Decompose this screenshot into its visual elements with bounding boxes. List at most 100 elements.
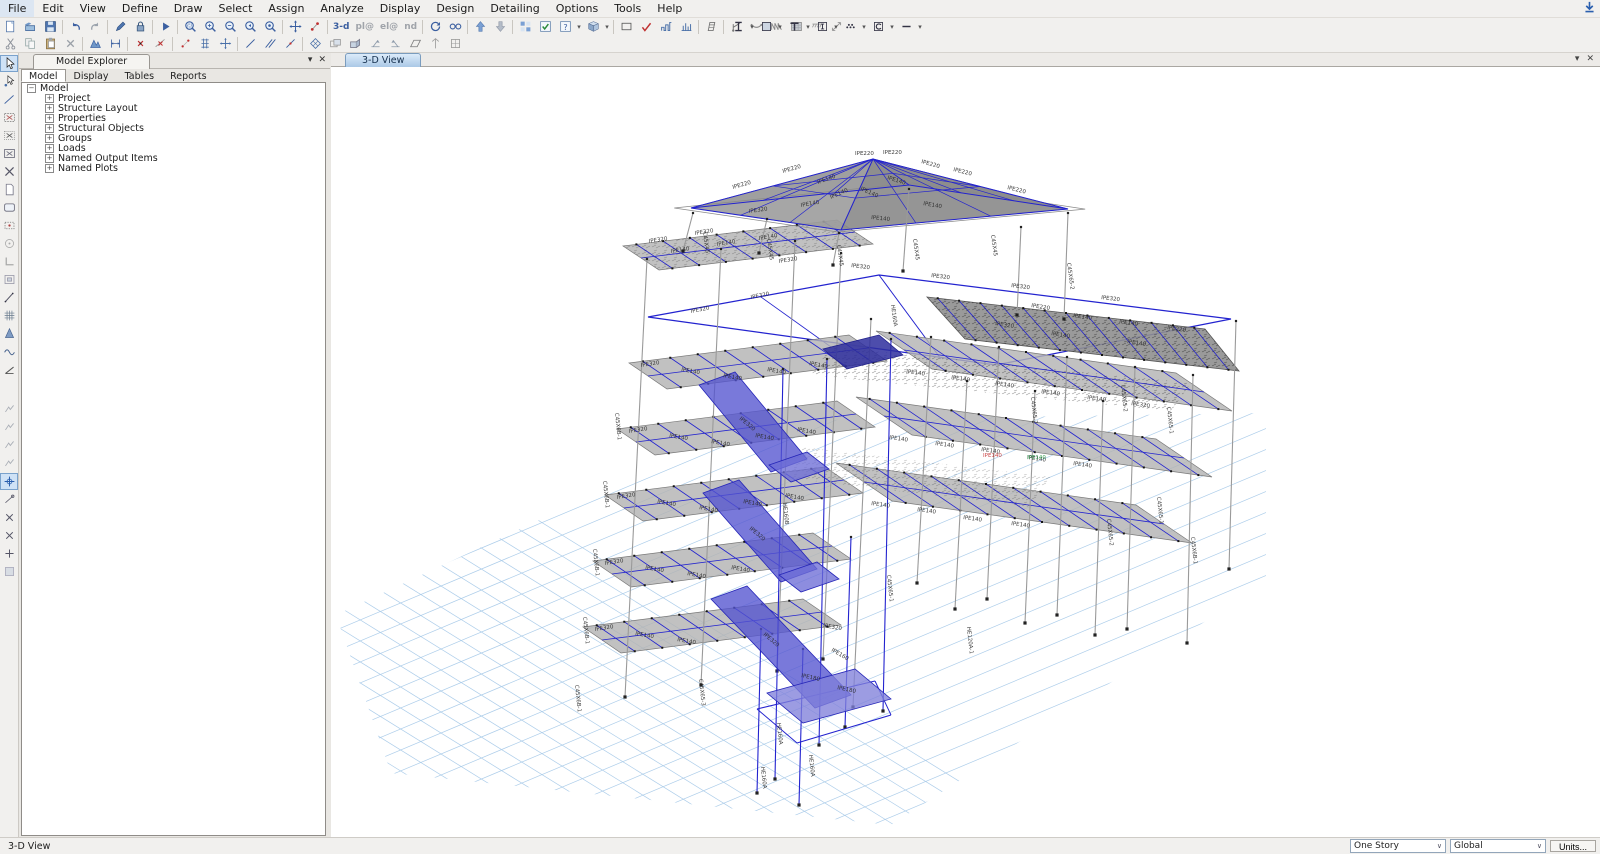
- dot-rect-button[interactable]: [0, 217, 18, 234]
- tab-display[interactable]: Display: [66, 69, 117, 82]
- column-chart2-button[interactable]: [676, 18, 696, 36]
- menu-file[interactable]: File: [0, 0, 34, 17]
- divide-frames-button[interactable]: [260, 35, 280, 53]
- mesh-area-button[interactable]: [305, 35, 325, 53]
- wave-tool-button[interactable]: [0, 343, 18, 360]
- tab-3d-view[interactable]: 3-D View: [345, 53, 421, 67]
- extrude-button[interactable]: [345, 35, 365, 53]
- menu-assign[interactable]: Assign: [260, 0, 312, 17]
- zoom-full-button[interactable]: [260, 18, 280, 36]
- tab-reports[interactable]: Reports: [162, 69, 214, 82]
- view-mode-3d[interactable]: 3-d: [330, 18, 352, 36]
- menu-define[interactable]: Define: [114, 0, 166, 17]
- snap-crosshair-button[interactable]: [0, 473, 18, 490]
- delete-frame-button[interactable]: [150, 35, 170, 53]
- viewtab-menu-icon[interactable]: ▾: [1575, 54, 1580, 64]
- model-explorer-header[interactable]: Model Explorer ▾ ✕: [19, 54, 330, 69]
- tree-item-structure-layout[interactable]: +Structure Layout: [22, 103, 325, 113]
- tree-expander-icon[interactable]: +: [45, 124, 54, 133]
- frame-section-dropdown-caret[interactable]: ▾: [748, 23, 756, 31]
- panel-close-icon[interactable]: ✕: [318, 55, 326, 65]
- rotate-3d-button[interactable]: [425, 18, 445, 36]
- snap-box-button[interactable]: [0, 563, 18, 580]
- viewtab-close-icon[interactable]: ✕: [1586, 54, 1594, 64]
- enlarge-view-button[interactable]: [490, 18, 510, 36]
- l-shape-button[interactable]: [0, 253, 18, 270]
- frame-section-button[interactable]: [728, 18, 748, 36]
- grid-edit-button[interactable]: [195, 35, 215, 53]
- set-view-button[interactable]: [445, 18, 465, 36]
- dropdown-caret[interactable]: ▾: [603, 23, 611, 31]
- line-section-dropdown-caret[interactable]: ▾: [916, 23, 924, 31]
- pan-button[interactable]: [285, 18, 305, 36]
- box-in-box-button[interactable]: [0, 271, 18, 288]
- tree-item-loads[interactable]: +Loads: [22, 143, 325, 153]
- tree-item-project[interactable]: +Project: [22, 93, 325, 103]
- flip-b-button[interactable]: [385, 35, 405, 53]
- cable-section-dropdown-caret[interactable]: ▾: [888, 23, 896, 31]
- link-section-button[interactable]: [812, 18, 832, 36]
- tendon-section-button[interactable]: [784, 18, 804, 36]
- divide-at-point-button[interactable]: [280, 35, 300, 53]
- view-mode-nd[interactable]: nd: [401, 18, 420, 36]
- app-update-icon[interactable]: [1583, 1, 1596, 17]
- display-options-button[interactable]: [535, 18, 555, 36]
- model-viewport[interactable]: IPE220IPE220IPE220IPE220IPE220IPE220IPE2…: [331, 67, 1600, 838]
- run-analysis-button[interactable]: [155, 18, 175, 36]
- tree-expander-icon[interactable]: −: [27, 84, 36, 93]
- menu-draw[interactable]: Draw: [166, 0, 211, 17]
- panel-menu-icon[interactable]: ▾: [308, 55, 313, 65]
- delete-joint-button[interactable]: [130, 35, 150, 53]
- save-button[interactable]: [40, 18, 60, 36]
- draw-rect-button[interactable]: [616, 18, 636, 36]
- shrink-view-button[interactable]: [470, 18, 490, 36]
- tendon-section-dropdown-caret[interactable]: ▾: [804, 23, 812, 31]
- snap-slash-dot-button[interactable]: [0, 491, 18, 508]
- view-mode-pl[interactable]: pl@: [352, 18, 377, 36]
- redo-button[interactable]: [85, 18, 105, 36]
- menu-detailing[interactable]: Detailing: [482, 0, 547, 17]
- tree-expander-icon[interactable]: +: [45, 114, 54, 123]
- tree-item-groups[interactable]: +Groups: [22, 133, 325, 143]
- tree-expander-icon[interactable]: +: [45, 154, 54, 163]
- rebar-section-button[interactable]: [840, 18, 860, 36]
- snap-x-dot-button[interactable]: [0, 509, 18, 526]
- menu-view[interactable]: View: [72, 0, 114, 17]
- tree-expander-icon[interactable]: +: [45, 134, 54, 143]
- scene-svg[interactable]: IPE220IPE220IPE220IPE220IPE220IPE220IPE2…: [331, 67, 1600, 838]
- move-items-button[interactable]: [215, 35, 235, 53]
- menu-tools[interactable]: Tools: [606, 0, 649, 17]
- model-explorer-title[interactable]: Model Explorer: [33, 54, 150, 69]
- select-box-dot-button[interactable]: [0, 127, 18, 144]
- lock-button[interactable]: [130, 18, 150, 36]
- paste-button[interactable]: [40, 35, 60, 53]
- tree-item-named-plots[interactable]: +Named Plots: [22, 163, 325, 173]
- circle-tool-button[interactable]: [0, 235, 18, 252]
- merge-points-button[interactable]: [85, 35, 105, 53]
- grid-tool-button[interactable]: [0, 307, 18, 324]
- edge-constraint-button[interactable]: [325, 35, 345, 53]
- mesh-box-button[interactable]: [445, 35, 465, 53]
- copy-button[interactable]: [20, 35, 40, 53]
- zoom-window-button[interactable]: [180, 18, 200, 36]
- dropdown-caret[interactable]: ▾: [575, 23, 583, 31]
- flip-a-button[interactable]: [365, 35, 385, 53]
- coord-system-select[interactable]: Global∨: [1450, 839, 1546, 853]
- slash-line-button[interactable]: [0, 289, 18, 306]
- delete-button[interactable]: [60, 35, 80, 53]
- divide-frame-button[interactable]: [240, 35, 260, 53]
- check-red-button[interactable]: [636, 18, 656, 36]
- open-button[interactable]: [20, 18, 40, 36]
- tree-expander-icon[interactable]: +: [45, 104, 54, 113]
- attach-b-button[interactable]: [0, 419, 18, 436]
- pointer-button[interactable]: [0, 55, 18, 72]
- menu-options[interactable]: Options: [548, 0, 606, 17]
- deselect-x-button[interactable]: [0, 163, 18, 180]
- zoom-previous-button[interactable]: [240, 18, 260, 36]
- tree-item-properties[interactable]: +Properties: [22, 113, 325, 123]
- zoom-out-button[interactable]: [220, 18, 240, 36]
- tree-item-named-output-items[interactable]: +Named Output Items: [22, 153, 325, 163]
- area-section-button[interactable]: [756, 18, 776, 36]
- attach-a-button[interactable]: [0, 401, 18, 418]
- story-select[interactable]: One Story∨: [1350, 839, 1446, 853]
